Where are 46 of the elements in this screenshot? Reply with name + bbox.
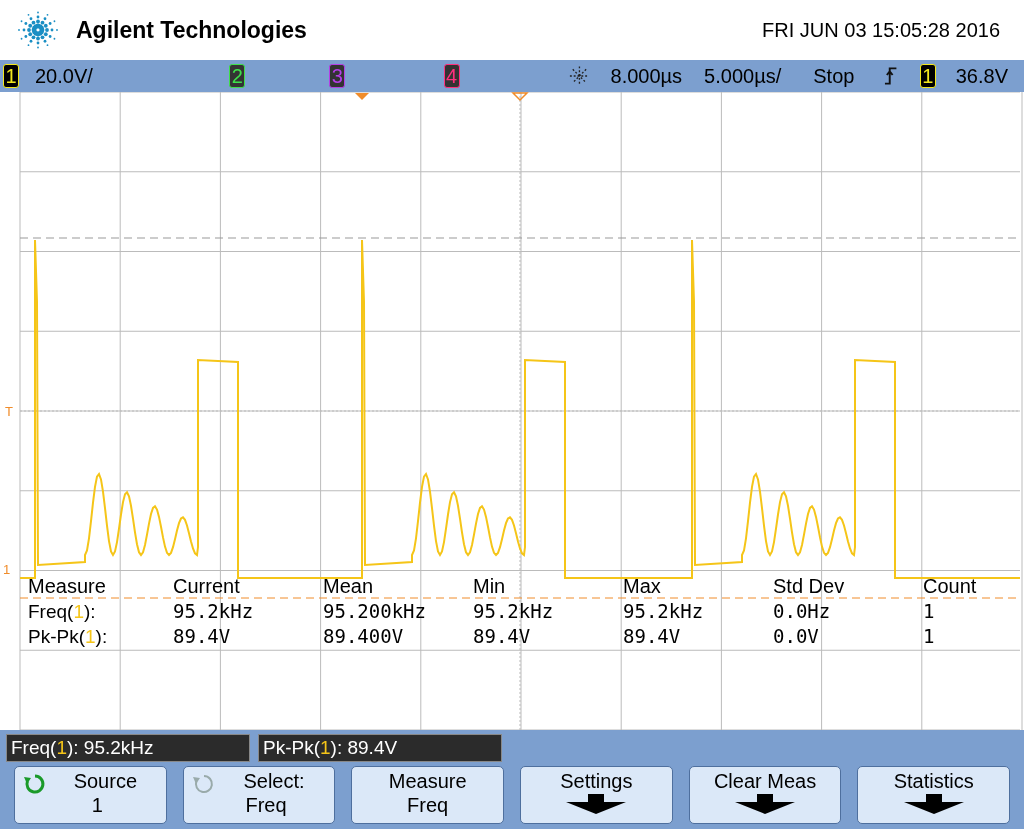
- measurement-name: Freq(1):: [28, 600, 97, 624]
- rising-edge-icon: [884, 66, 898, 86]
- measurement-value: 0.0Hz: [773, 599, 832, 624]
- column-header: Measure: [28, 574, 107, 599]
- down-arrow-icon: [733, 793, 797, 815]
- channel-badge[interactable]: 1: [919, 64, 936, 88]
- measurement-value: 1: [923, 624, 936, 649]
- softkey[interactable]: Measure Freq: [351, 766, 504, 824]
- column-header: Current: [173, 574, 241, 599]
- measurement-value: 89.4V: [473, 624, 532, 649]
- channel-badge[interactable]: 1: [3, 64, 19, 88]
- measurement-readout: Pk-Pk(1): 89.4V: [258, 734, 502, 762]
- trigger-time-marker-icon: [511, 92, 529, 102]
- softkey[interactable]: Source 1: [14, 766, 167, 824]
- softkey[interactable]: Settings: [520, 766, 673, 824]
- cycle-icon: [23, 772, 47, 796]
- measurement-value: 89.400V: [323, 624, 405, 649]
- measurement-value: 95.2kHz: [623, 599, 705, 624]
- measurement-value: 89.4V: [623, 624, 682, 649]
- column-header: Std Dev: [773, 574, 846, 599]
- measurement-value: 1: [923, 599, 936, 624]
- measurement-value: 95.2kHz: [473, 599, 555, 624]
- ground-marker: 1: [3, 563, 11, 576]
- column-header: Mean: [323, 574, 375, 599]
- measurement-value: 0.0V: [773, 624, 820, 649]
- date-time: FRI JUN 03 15:05:28 2016: [762, 18, 1000, 43]
- channel-badge[interactable]: 2: [229, 64, 246, 88]
- trigger-level-marker: T: [5, 405, 13, 418]
- measurement-value: 89.4V: [173, 624, 232, 649]
- measurement-readout: Freq(1): 95.2kHz: [6, 734, 250, 762]
- column-header: Count: [923, 574, 978, 599]
- softkey[interactable]: Clear Meas: [688, 766, 842, 824]
- channel-badge[interactable]: 4: [443, 64, 460, 88]
- column-header: Min: [473, 574, 507, 599]
- measurement-value: 95.2kHz: [173, 599, 255, 624]
- delay-readout: 8.000µs: [610, 64, 683, 89]
- trigger-level: 36.8V: [954, 64, 1008, 89]
- measurement-value: 95.200kHz: [323, 599, 427, 624]
- brand-name: Agilent Technologies: [76, 15, 307, 45]
- vertical-scale: 20.0V/: [35, 64, 93, 89]
- measurement-name: Pk-Pk(1):: [28, 625, 109, 649]
- run-state: Stop: [813, 64, 855, 89]
- column-header: Max: [623, 574, 662, 599]
- cycle-icon: [191, 772, 216, 796]
- timebase-readout: 5.000µs/: [704, 64, 782, 89]
- softkey[interactable]: Statistics: [857, 766, 1011, 824]
